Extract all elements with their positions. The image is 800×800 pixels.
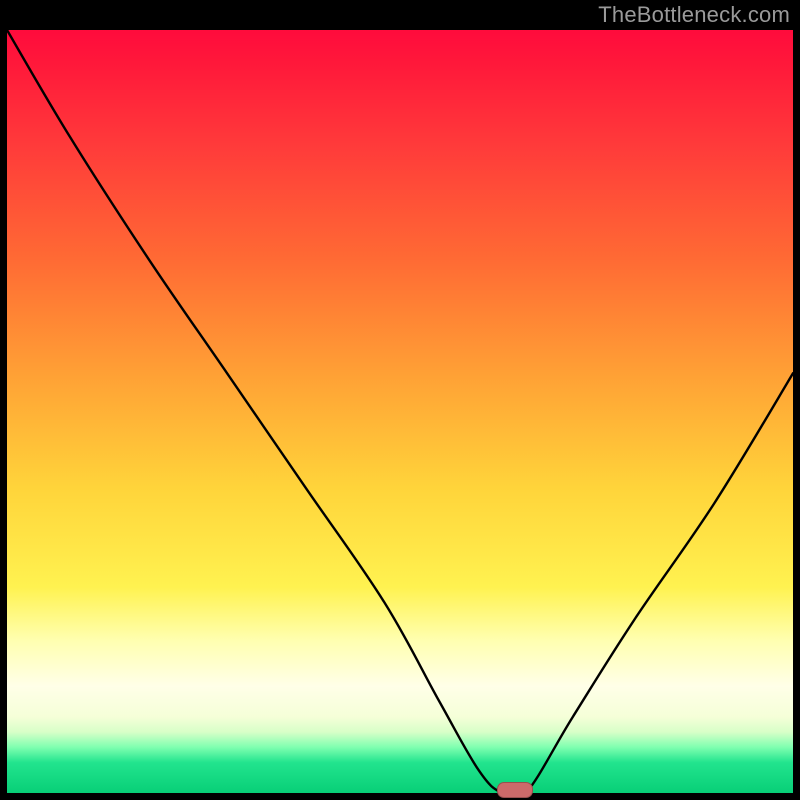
chart-frame: TheBottleneck.com [0,0,800,800]
bottleneck-curve [7,30,793,793]
curve-path [7,30,793,793]
optimal-marker [497,782,533,798]
plot-area [7,30,793,793]
watermark-text: TheBottleneck.com [598,2,790,28]
